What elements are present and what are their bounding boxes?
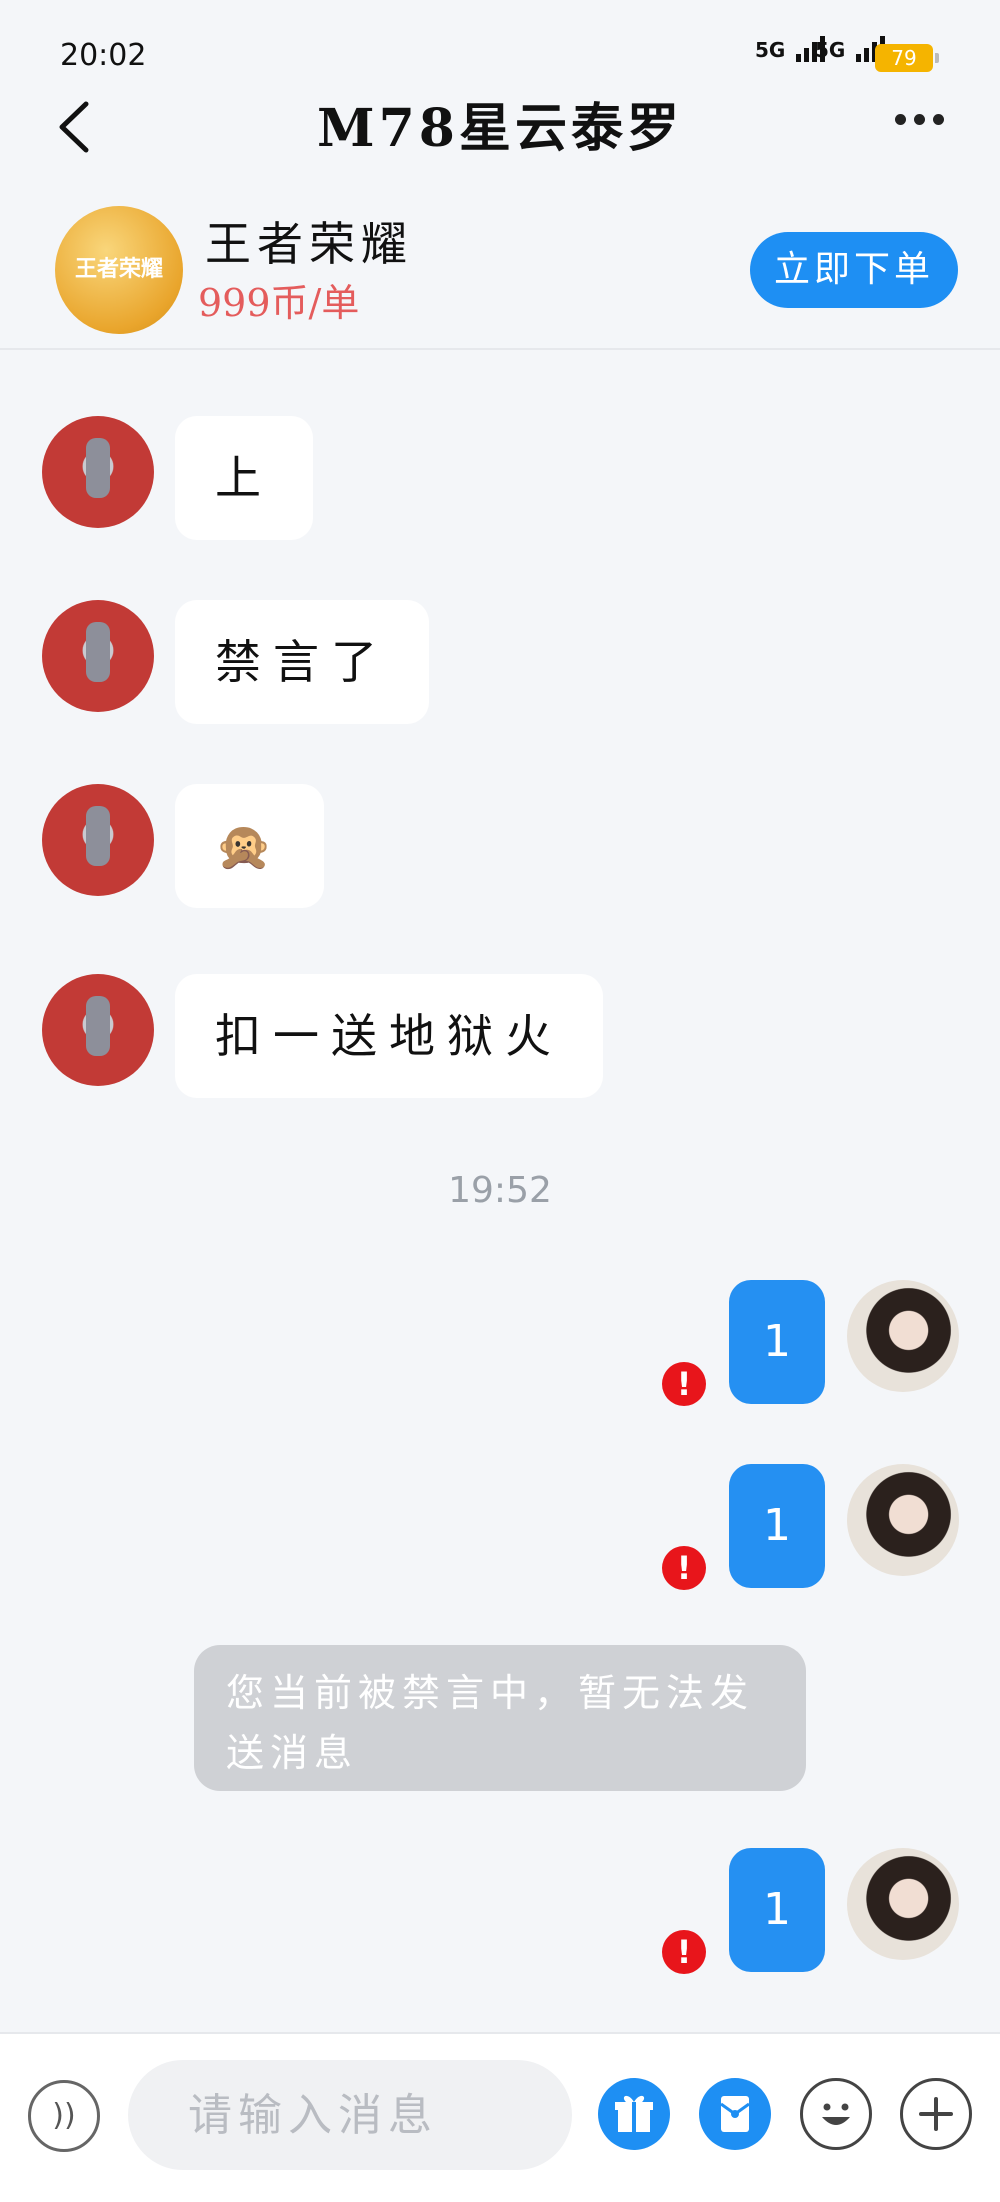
self-avatar[interactable] [847,1848,959,1960]
chat-title: M78星云泰罗 [317,98,683,159]
voice-icon: )) [52,2098,76,2133]
gift-button[interactable] [598,2078,670,2150]
self-avatar[interactable] [847,1280,959,1392]
message-bubble-outgoing[interactable]: 1 [729,1280,825,1404]
message-bubble-incoming[interactable]: 🙊 [175,784,325,908]
more-button[interactable] [895,110,955,140]
message-bubble-outgoing[interactable]: 1 [729,1464,825,1588]
message-bubble-outgoing[interactable]: 1 [729,1848,825,1972]
system-notice: 您当前被禁言中，暂无法发送消息 [194,1645,806,1791]
red-packet-button[interactable] [699,2078,771,2150]
message-timestamp: 19:52 [448,1170,552,1211]
plus-button[interactable] [900,2078,972,2150]
emoji-icon [822,2103,850,2125]
red-packet-icon [720,2096,750,2132]
product-logo[interactable]: 王者荣耀 [55,206,183,334]
voice-button[interactable]: )) [28,2080,100,2152]
message-bubble-incoming[interactable]: 上 [175,416,313,540]
message-bubble-incoming[interactable]: 禁言了 [175,600,429,724]
product-name: 王者荣耀 [205,217,413,271]
network-label: 5G [755,38,786,62]
contact-avatar[interactable] [42,600,154,712]
ellipsis-icon [895,110,952,129]
self-avatar[interactable] [847,1464,959,1576]
network-label: 5G [815,38,846,62]
plus-icon [919,2097,953,2131]
contact-avatar[interactable] [42,416,154,528]
message-bubble-incoming[interactable]: 扣一送地狱火 [175,974,603,1098]
gift-icon [615,2095,653,2132]
battery-indicator: 79 [875,44,939,72]
contact-avatar[interactable] [42,974,154,1086]
product-price: 999币/单 [198,281,360,325]
order-now-button[interactable]: 立即下单 [750,232,958,308]
send-failed-icon[interactable]: ! [662,1930,706,1974]
contact-avatar[interactable] [42,784,154,896]
send-failed-icon[interactable]: ! [662,1362,706,1406]
emoji-button[interactable] [800,2078,872,2150]
send-failed-icon[interactable]: ! [662,1546,706,1590]
status-time: 20:02 [60,38,147,73]
message-input[interactable] [128,2060,572,2170]
